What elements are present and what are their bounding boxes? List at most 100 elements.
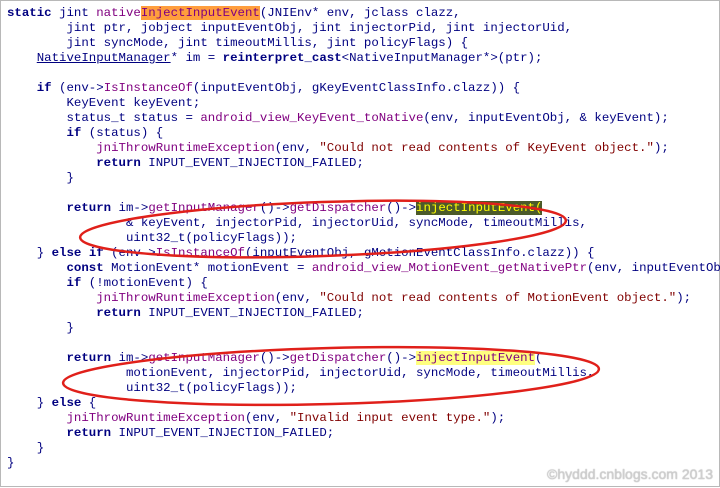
code-token: jniThrowRuntimeException bbox=[96, 141, 275, 155]
code-token: im-> bbox=[111, 201, 149, 215]
code-line: return INPUT_EVENT_INJECTION_FAILED; bbox=[7, 426, 720, 441]
code-line: } else { bbox=[7, 396, 720, 411]
code-token: motionEvent, injectorPid, injectorUid, s… bbox=[7, 366, 595, 380]
code-line: } else if (env->IsInstanceOf(inputEventO… bbox=[7, 246, 720, 261]
code-token: return bbox=[66, 426, 112, 440]
code-line: static jint nativeInjectInputEvent(JNIEn… bbox=[7, 6, 720, 21]
code-token: } bbox=[7, 396, 52, 410]
code-token: IsInstanceOf bbox=[155, 246, 245, 260]
code-token: jint bbox=[59, 6, 89, 20]
code-token: (inputEventObj, gKeyEventClassInfo.clazz… bbox=[192, 81, 521, 95]
code-token: KeyEvent keyEvent; bbox=[7, 96, 201, 110]
code-token: uint32_t(policyFlags)); bbox=[7, 381, 297, 395]
code-token: return bbox=[96, 156, 141, 170]
code-line: uint32_t(policyFlags)); bbox=[7, 381, 720, 396]
code-line: } bbox=[7, 171, 720, 186]
code-token: (inputEventObj, gMotionEventClassInfo.cl… bbox=[244, 246, 595, 260]
code-token: "Invalid input event type." bbox=[289, 411, 491, 425]
code-line: jint ptr, jobject inputEventObj, jint in… bbox=[7, 21, 720, 36]
code-token: return bbox=[66, 201, 112, 215]
code-token: (env, inputEventObj, & keyEvent); bbox=[423, 111, 669, 125]
code-token: android_view_KeyEvent_toNative bbox=[200, 111, 424, 125]
code-token: INPUT_EVENT_INJECTION_FAILED; bbox=[140, 156, 364, 170]
code-token: jint syncMode, jint timeoutMillis, jint … bbox=[7, 36, 469, 50]
code-token: INPUT_EVENT_INJECTION_FAILED; bbox=[140, 306, 364, 320]
code-token: InjectInputEvent bbox=[140, 6, 260, 20]
code-line: jniThrowRuntimeException(env, "Could not… bbox=[7, 291, 720, 306]
code-token: INPUT_EVENT_INJECTION_FAILED; bbox=[111, 426, 335, 440]
code-token: { bbox=[81, 396, 97, 410]
code-token: injectInputEvent bbox=[416, 351, 536, 365]
code-line: if (env->IsInstanceOf(inputEventObj, gKe… bbox=[7, 81, 720, 96]
code-line: uint32_t(policyFlags)); bbox=[7, 231, 720, 246]
code-token: ); bbox=[676, 291, 692, 305]
code-token: } bbox=[7, 246, 52, 260]
code-token: (!motionEvent) { bbox=[81, 276, 208, 290]
code-token: } bbox=[7, 456, 15, 470]
code-token: return bbox=[66, 351, 112, 365]
code-token: if bbox=[88, 246, 104, 260]
code-line: jniThrowRuntimeException(env, "Invalid i… bbox=[7, 411, 720, 426]
source-code-block: static jint nativeInjectInputEvent(JNIEn… bbox=[7, 6, 720, 471]
code-token: (env, bbox=[274, 291, 320, 305]
code-token: } bbox=[7, 441, 45, 455]
code-token: "Could not read contents of KeyEvent obj… bbox=[319, 141, 654, 155]
code-token: ()-> bbox=[386, 201, 417, 215]
code-token: injectInputEvent bbox=[416, 201, 536, 215]
code-line: KeyEvent keyEvent; bbox=[7, 96, 720, 111]
code-line: return INPUT_EVENT_INJECTION_FAILED; bbox=[7, 156, 720, 171]
code-token: jniThrowRuntimeException bbox=[96, 291, 275, 305]
code-token: ); bbox=[490, 411, 506, 425]
code-viewer: static jint nativeInjectInputEvent(JNIEn… bbox=[0, 0, 720, 487]
code-line: return INPUT_EVENT_INJECTION_FAILED; bbox=[7, 306, 720, 321]
code-line: motionEvent, injectorPid, injectorUid, s… bbox=[7, 366, 720, 381]
code-token: getDispatcher bbox=[289, 351, 387, 365]
code-line: return im->getInputManager()->getDispatc… bbox=[7, 351, 720, 366]
code-token: android_view_MotionEvent_getNativePtr bbox=[311, 261, 588, 275]
code-token: native bbox=[96, 6, 141, 20]
code-token: (env, bbox=[274, 141, 320, 155]
code-token: static bbox=[7, 6, 52, 20]
code-token: ()-> bbox=[259, 351, 290, 365]
code-token: reinterpret_cast bbox=[222, 51, 342, 65]
code-token: ( bbox=[535, 351, 543, 365]
code-token: else bbox=[51, 396, 82, 410]
code-token: getInputManager bbox=[148, 351, 260, 365]
code-line: return im->getInputManager()->getDispatc… bbox=[7, 201, 720, 216]
code-token: return bbox=[96, 306, 141, 320]
code-line: NativeInputManager* im = reinterpret_cas… bbox=[7, 51, 720, 66]
watermark: ©hyddd.cnblogs.com 2013 bbox=[547, 466, 713, 482]
code-line: jniThrowRuntimeException(env, "Could not… bbox=[7, 141, 720, 156]
code-token: (env, bbox=[244, 411, 290, 425]
code-line: jint syncMode, jint timeoutMillis, jint … bbox=[7, 36, 720, 51]
code-token: jniThrowRuntimeException bbox=[66, 411, 245, 425]
code-token: (JNIEnv* env, jclass clazz, bbox=[259, 6, 461, 20]
code-token: & keyEvent, injectorPid, injectorUid, sy… bbox=[7, 216, 587, 230]
code-token: IsInstanceOf bbox=[103, 81, 193, 95]
code-token: <NativeInputManager*>(ptr); bbox=[341, 51, 543, 65]
code-token: if bbox=[66, 276, 82, 290]
code-token: ()-> bbox=[259, 201, 290, 215]
code-token: NativeInputManager bbox=[36, 51, 171, 65]
code-token: (env-> bbox=[103, 246, 156, 260]
code-token: (env-> bbox=[51, 81, 104, 95]
code-token: ); bbox=[653, 141, 669, 155]
code-token: "Could not read contents of MotionEvent … bbox=[319, 291, 677, 305]
